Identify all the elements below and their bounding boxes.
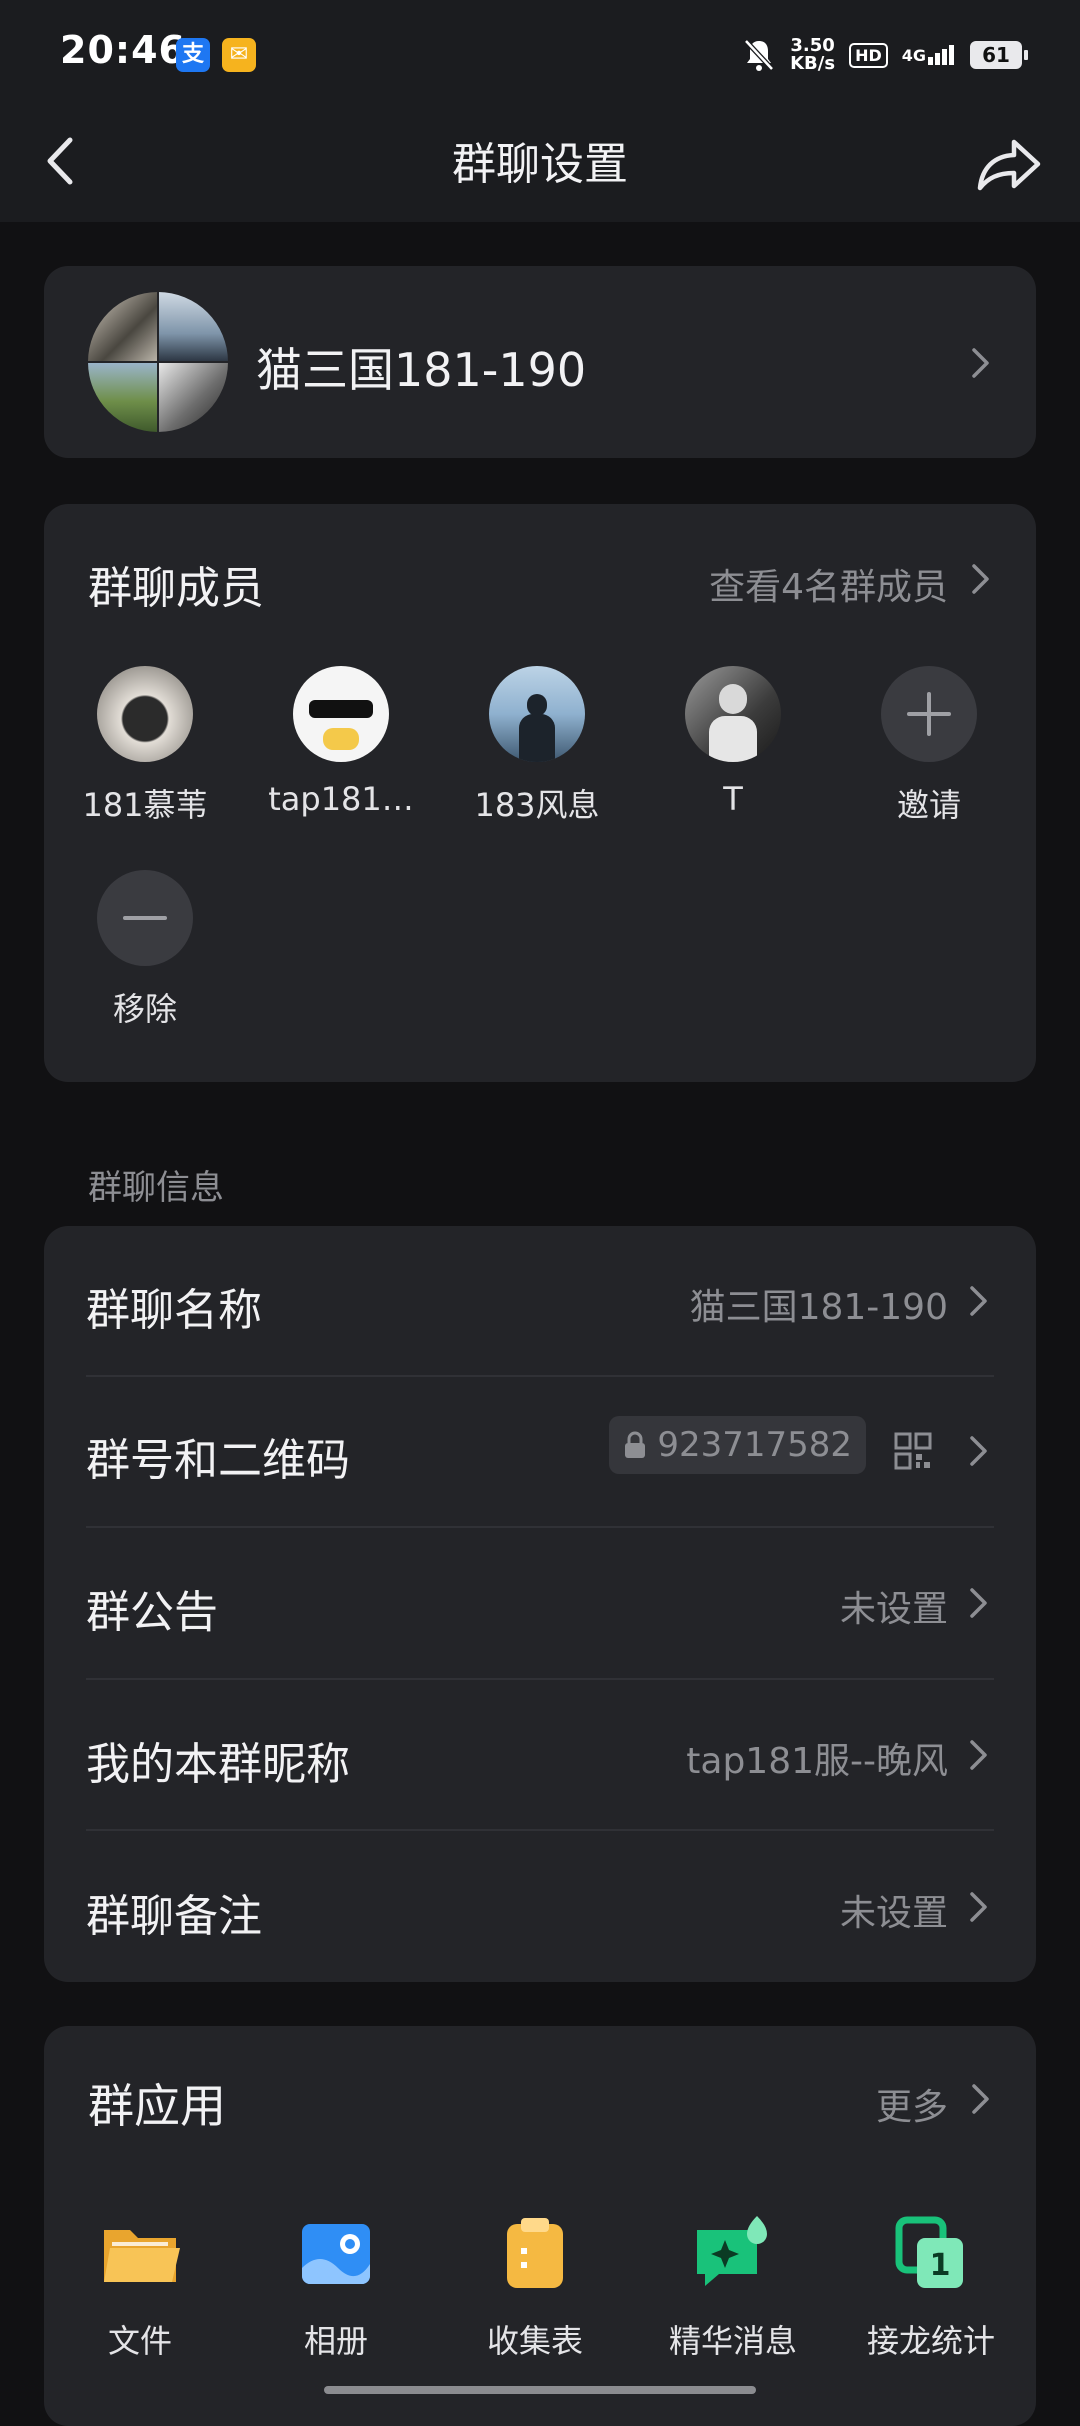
share-icon[interactable] [974, 128, 1046, 198]
chevron-right-icon [970, 1740, 987, 1770]
group-remark-row[interactable]: 群聊备注 未设置 [44, 1832, 1036, 1982]
app-label: 文件 [107, 2322, 172, 2360]
app-essence-messages[interactable]: 精华消息 [638, 2212, 828, 2362]
nav-bar: 群聊设置 [0, 110, 1080, 222]
member-avatar [97, 666, 193, 762]
my-group-nickname-row[interactable]: 我的本群昵称 tap181服--晚风 [44, 1680, 1036, 1830]
row-value: 未设置 [839, 1893, 948, 1934]
chain-stats-icon: 1 [895, 2216, 963, 2288]
member-item[interactable]: 183风息 [462, 666, 612, 826]
mute-bell-icon [744, 39, 774, 71]
member-avatar [489, 666, 585, 762]
group-info-card: 群聊名称 猫三国181-190 群号和二维码 923717582 群公告 未设置 [44, 1226, 1036, 1982]
members-title: 群聊成员 [88, 563, 264, 614]
member-name: tap181… [268, 780, 414, 818]
member-name: T [723, 780, 743, 818]
view-all-members-link[interactable]: 查看4名群成员 [709, 558, 948, 610]
plus-icon [881, 666, 977, 762]
signal-indicator: 4G [902, 45, 956, 65]
svg-text:1: 1 [930, 2248, 951, 2283]
group-avatar [88, 292, 228, 432]
member-name: 183风息 [474, 786, 600, 824]
row-label: 群聊备注 [86, 1891, 262, 1942]
clipboard-icon [507, 2218, 563, 2288]
speed-unit: KB/s [790, 53, 836, 74]
essence-message-icon [697, 2216, 767, 2286]
chevron-right-icon [970, 1286, 987, 1316]
chevron-right-icon [972, 2084, 989, 2114]
member-item[interactable]: tap181… [266, 666, 416, 818]
invite-button[interactable]: 邀请 [854, 666, 1004, 826]
app-chain-statistics[interactable]: 1 接龙统计 [836, 2212, 1026, 2362]
app-label: 收集表 [486, 2322, 583, 2360]
chevron-right-icon [972, 348, 989, 378]
invite-label: 邀请 [896, 786, 961, 824]
group-name: 猫三国181-190 [256, 343, 587, 397]
row-label: 群聊名称 [86, 1285, 262, 1336]
row-value: 猫三国181-190 [689, 1287, 948, 1328]
member-item[interactable]: T [658, 666, 808, 818]
app-label: 接龙统计 [866, 2322, 995, 2360]
chevron-right-icon [970, 1588, 987, 1618]
net-speed: 3.50 KB/s [790, 37, 835, 73]
row-value: tap181服--晚风 [686, 1741, 948, 1782]
folder-icon [104, 2230, 180, 2282]
remove-label: 移除 [112, 990, 177, 1028]
remove-button[interactable]: 移除 [70, 870, 220, 1030]
group-id-badge: 923717582 [609, 1416, 866, 1474]
divider [86, 1829, 994, 1831]
member-avatar [685, 666, 781, 762]
battery-icon: 61 [970, 41, 1028, 69]
row-label: 我的本群昵称 [86, 1739, 350, 1790]
signal-bars-icon [928, 45, 956, 65]
more-apps-link[interactable]: 更多 [876, 2078, 948, 2130]
row-label: 群号和二维码 [86, 1435, 350, 1486]
member-avatar [293, 666, 389, 762]
app-files[interactable]: 文件 [45, 2212, 235, 2362]
minus-icon [97, 870, 193, 966]
status-bar: 20:46 支 ✉ 3.50 KB/s HD 4G 61 [0, 0, 1080, 110]
row-value: 未设置 [839, 1589, 948, 1630]
home-indicator[interactable] [324, 2386, 756, 2394]
app-label: 相册 [303, 2322, 368, 2360]
lock-icon [625, 1431, 646, 1458]
clock: 20:46 [60, 28, 186, 72]
member-item[interactable]: 181慕苇 [70, 666, 220, 826]
hd-badge: HD [849, 42, 888, 68]
members-card: 群聊成员 查看4名群成员 181慕苇 tap181… 183风息 T 邀请 移除 [44, 504, 1036, 1082]
chevron-right-icon [970, 1892, 987, 1922]
network-type: 4G [901, 46, 926, 65]
alipay-icon: 支 [176, 38, 210, 72]
row-label: 群公告 [86, 1587, 218, 1638]
section-caption: 群聊信息 [88, 1168, 224, 1208]
group-profile-card[interactable]: 猫三国181-190 [44, 266, 1036, 458]
status-icons: 3.50 KB/s HD 4G 61 [742, 30, 1028, 80]
battery-level: 61 [982, 43, 1010, 67]
group-id: 923717582 [657, 1425, 852, 1465]
chevron-right-icon [970, 1436, 987, 1466]
page-title: 群聊设置 [452, 139, 628, 190]
app-collection-form[interactable]: 收集表 [440, 2212, 630, 2362]
mail-icon: ✉ [222, 38, 256, 72]
group-name-row[interactable]: 群聊名称 猫三国181-190 [44, 1226, 1036, 1376]
album-icon [302, 2224, 370, 2284]
chevron-right-icon [972, 564, 989, 594]
group-apps-card: 群应用 更多 文件 相册 收集表 精华消息 1 接龙统计 [44, 2026, 1036, 2426]
group-announcement-row[interactable]: 群公告 未设置 [44, 1528, 1036, 1678]
app-label: 精华消息 [668, 2322, 797, 2360]
apps-title: 群应用 [88, 2079, 226, 2133]
app-album[interactable]: 相册 [241, 2212, 431, 2362]
group-id-qrcode-row[interactable]: 群号和二维码 923717582 [44, 1376, 1036, 1526]
qrcode-icon[interactable] [894, 1432, 932, 1470]
member-name: 181慕苇 [82, 786, 208, 824]
